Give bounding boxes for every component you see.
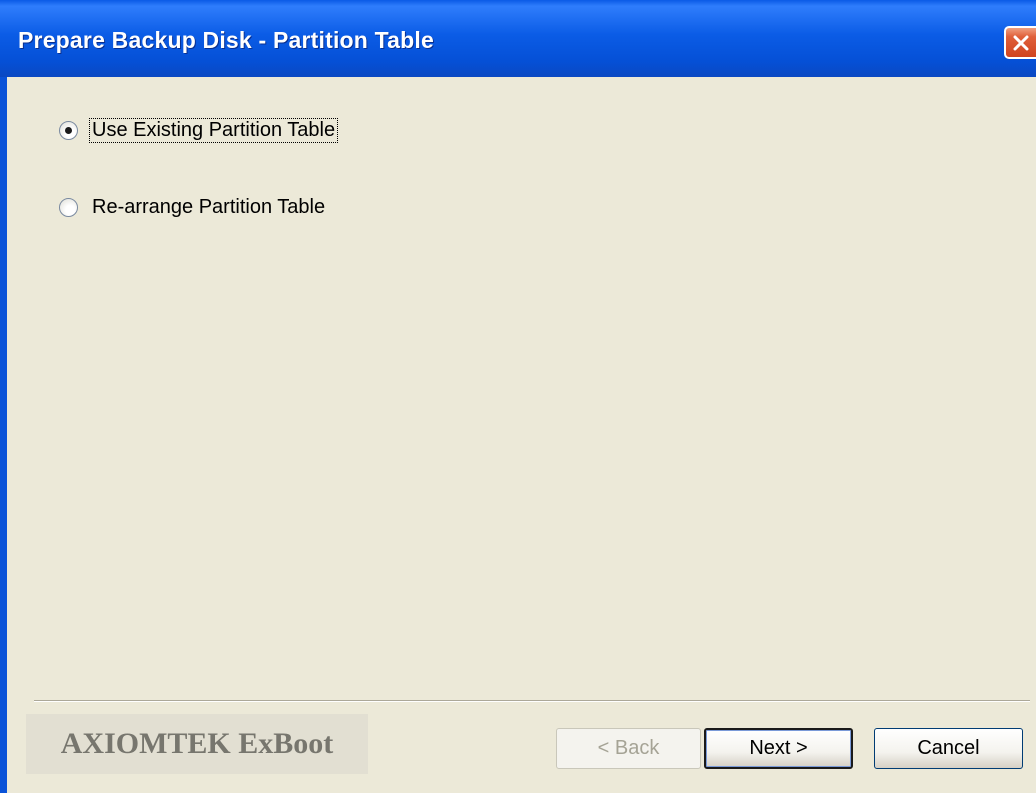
cancel-button[interactable]: Cancel — [874, 728, 1023, 769]
brand-logo: AXIOMTEK ExBoot — [26, 714, 368, 774]
radio-button-selected[interactable] — [59, 121, 78, 140]
title-bar[interactable]: Prepare Backup Disk - Partition Table — [0, 0, 1036, 77]
radio-dot-icon — [65, 127, 72, 134]
back-button[interactable]: < Back — [556, 728, 701, 769]
radio-button-unselected[interactable] — [59, 198, 78, 217]
wizard-window: Prepare Backup Disk - Partition Table Us… — [0, 0, 1036, 793]
option-label[interactable]: Use Existing Partition Table — [88, 118, 339, 143]
next-button[interactable]: Next > — [704, 728, 853, 769]
option-use-existing[interactable]: Use Existing Partition Table — [59, 118, 339, 143]
option-label[interactable]: Re-arrange Partition Table — [90, 196, 327, 219]
option-rearrange[interactable]: Re-arrange Partition Table — [59, 196, 327, 219]
footer-divider — [34, 700, 1030, 702]
brand-text: AXIOMTEK ExBoot — [60, 727, 334, 760]
close-button[interactable] — [1004, 26, 1036, 59]
close-icon — [1013, 35, 1029, 50]
window-title: Prepare Backup Disk - Partition Table — [18, 27, 434, 53]
wizard-content: Use Existing Partition Table Re-arrange … — [7, 77, 1036, 793]
